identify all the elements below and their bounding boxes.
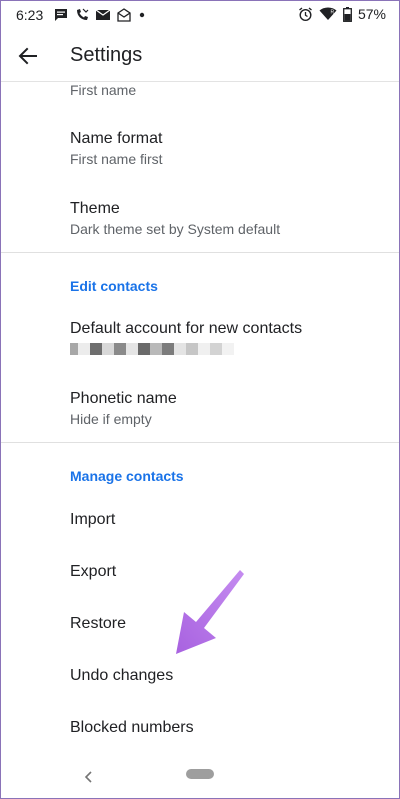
alarm-icon [299, 6, 312, 21]
redacted-account-email [70, 343, 234, 355]
setting-phonetic-name[interactable]: Phonetic name Hide if empty [0, 378, 400, 440]
setting-title: Name format [70, 130, 163, 147]
setting-name-format[interactable]: Name format First name first [0, 118, 400, 180]
setting-title: Undo changes [70, 667, 174, 684]
setting-title: Restore [70, 615, 127, 632]
setting-title: Default account for new contacts [70, 320, 303, 337]
battery-icon [343, 6, 352, 22]
setting-import[interactable]: Import [0, 496, 400, 544]
setting-subtitle: Dark theme set by System default [70, 221, 281, 237]
system-icons: R 57% [298, 6, 386, 22]
status-bar: 6:23 R 57% [0, 0, 400, 30]
dot-icon [139, 12, 145, 18]
navigation-bar [0, 755, 400, 799]
missed-call-icon [77, 8, 89, 20]
setting-subtitle: First name [70, 82, 137, 98]
svg-text:R: R [330, 10, 334, 16]
app-bar: Settings [0, 30, 400, 82]
setting-default-account[interactable]: Default account for new contacts [0, 308, 400, 370]
setting-title: Export [70, 563, 117, 580]
setting-theme[interactable]: Theme Dark theme set by System default [0, 188, 400, 250]
battery-percent: 57% [357, 6, 386, 22]
nav-back-button[interactable] [80, 767, 98, 787]
section-header-edit-contacts: Edit contacts [70, 278, 158, 294]
mail-open-icon [117, 8, 131, 22]
setting-first-name[interactable]: First name [0, 82, 400, 110]
divider [0, 442, 400, 443]
back-button[interactable] [14, 42, 42, 70]
mail-icon [96, 9, 110, 20]
arrow-back-icon [18, 47, 37, 65]
setting-blocked-numbers[interactable]: Blocked numbers [0, 704, 400, 752]
annotation-arrow-icon [176, 570, 244, 654]
setting-title: Phonetic name [70, 390, 177, 407]
notification-icons [54, 8, 146, 22]
page-title: Settings [70, 44, 143, 66]
setting-title: Theme [70, 200, 120, 217]
message-icon [55, 9, 67, 21]
setting-title: Blocked numbers [70, 719, 194, 736]
section-header-manage-contacts: Manage contacts [70, 468, 184, 484]
setting-subtitle: First name first [70, 151, 163, 167]
status-time: 6:23 [16, 7, 44, 23]
nav-home-pill[interactable] [186, 769, 214, 779]
divider [0, 252, 400, 253]
setting-subtitle: Hide if empty [70, 411, 152, 427]
setting-undo-changes[interactable]: Undo changes [0, 652, 400, 700]
chevron-left-icon [84, 771, 92, 783]
wifi-icon: R [319, 7, 337, 20]
setting-title: Import [70, 511, 116, 528]
